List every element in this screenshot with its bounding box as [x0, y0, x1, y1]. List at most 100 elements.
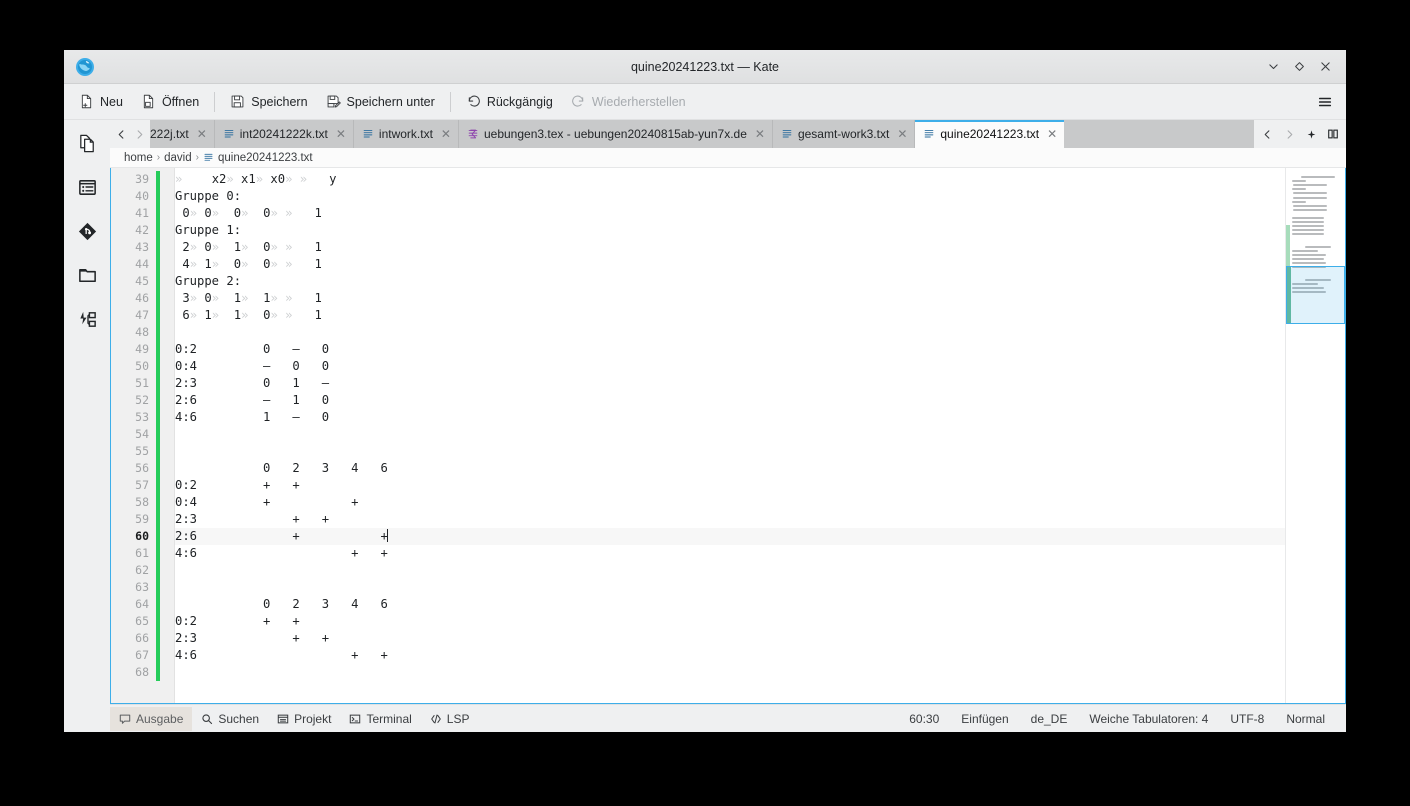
breadcrumb-part-file[interactable]: quine20241223.txt — [218, 152, 313, 164]
git-icon — [77, 221, 98, 242]
status-dictionary[interactable]: de_DE — [1020, 707, 1079, 731]
sidebar-item-outline[interactable] — [70, 170, 104, 204]
main-toolbar: Neu Öffnen Speichern Speichern unter Rüc… — [64, 84, 1346, 120]
code-line[interactable] — [175, 664, 1285, 681]
kate-app-icon — [74, 56, 96, 78]
breadcrumb-part-home[interactable]: home — [124, 152, 153, 164]
minimap-line — [1293, 196, 1328, 199]
code-line[interactable]: 0:4 + + — [175, 494, 1285, 511]
tab-222j[interactable]: 222j.txt ✕ — [150, 120, 215, 148]
tab-quine20241223[interactable]: quine20241223.txt ✕ — [915, 120, 1066, 148]
line-number: 41 — [135, 206, 149, 220]
code-line[interactable]: 2:3 + + — [175, 511, 1285, 528]
code-content[interactable]: » x2» x1» x0» » y Gruppe 0: 0» 0» 0» 0» »… — [175, 168, 1285, 703]
code-line[interactable]: 0» 0» 0» 0» » 1 — [175, 205, 1285, 222]
code-line[interactable] — [175, 426, 1285, 443]
code-line[interactable] — [175, 562, 1285, 579]
status-encoding[interactable]: UTF-8 — [1219, 707, 1275, 731]
code-line[interactable]: 6» 1» 1» 0» » 1 — [175, 307, 1285, 324]
status-search-button[interactable]: Suchen — [192, 707, 268, 731]
marker-gutter[interactable] — [155, 168, 163, 703]
tab-marker-icon: » — [241, 257, 249, 271]
open-button[interactable]: Öffnen — [132, 88, 208, 116]
minimap-line — [1293, 184, 1328, 187]
code-line[interactable]: 4:6 + + — [175, 647, 1285, 664]
tab-close-icon[interactable]: ✕ — [1047, 127, 1057, 141]
sidebar-item-lsp-symbols[interactable] — [70, 302, 104, 336]
tab-scroll-right-icon[interactable] — [130, 121, 148, 147]
minimap[interactable] — [1285, 168, 1345, 703]
save-as-button[interactable]: Speichern unter — [317, 88, 444, 116]
save-button[interactable]: Speichern — [221, 88, 316, 116]
minimap-viewport[interactable] — [1286, 266, 1345, 324]
tab-marker-icon: » — [270, 206, 278, 220]
line-number: 44 — [135, 257, 149, 271]
code-line[interactable]: 0 2 3 4 6 — [175, 460, 1285, 477]
line-number: 60 — [135, 529, 149, 543]
text-caret — [386, 529, 388, 542]
code-line[interactable]: Gruppe 2: — [175, 273, 1285, 290]
code-line[interactable]: 4:6 + + — [175, 545, 1285, 562]
code-line[interactable]: 0:4 – 0 0 — [175, 358, 1285, 375]
status-terminal-label: Terminal — [366, 711, 412, 726]
code-line[interactable]: 4:6 1 – 0 — [175, 409, 1285, 426]
code-line[interactable]: 4» 1» 0» 0» » 1 — [175, 256, 1285, 273]
tab-marker-icon: » — [241, 206, 249, 220]
code-line[interactable]: 2» 0» 1» 0» » 1 — [175, 239, 1285, 256]
tab-marker-icon: » — [285, 291, 293, 305]
maximize-icon[interactable] — [1286, 55, 1312, 79]
close-icon[interactable] — [1312, 55, 1338, 79]
code-line[interactable]: Gruppe 1: — [175, 222, 1285, 239]
code-line[interactable]: » x2» x1» x0» » y — [175, 171, 1285, 188]
status-terminal-button[interactable]: Terminal — [340, 707, 420, 731]
code-line[interactable]: 2:3 0 1 – — [175, 375, 1285, 392]
tab-close-icon[interactable]: ✕ — [441, 127, 451, 141]
tab-scroll-left-icon[interactable] — [112, 121, 130, 147]
tab-close-icon[interactable]: ✕ — [897, 127, 907, 141]
sidebar-item-documents[interactable] — [70, 126, 104, 160]
code-line[interactable]: 2:3 + + — [175, 630, 1285, 647]
status-bar: Ausgabe Suchen Projekt Terminal LSP 60:3… — [110, 704, 1346, 732]
tab-marker-icon: » — [270, 240, 278, 254]
code-line[interactable]: 3» 0» 1» 1» » 1 — [175, 290, 1285, 307]
code-line[interactable] — [175, 443, 1285, 460]
code-line[interactable] — [175, 324, 1285, 341]
code-line[interactable]: 0 2 3 4 6 — [175, 596, 1285, 613]
code-line[interactable]: Gruppe 0: — [175, 188, 1285, 205]
split-view-icon[interactable] — [1323, 121, 1343, 147]
tab-close-icon[interactable]: ✕ — [755, 127, 765, 141]
code-line[interactable]: 0:2 0 – 0 — [175, 341, 1285, 358]
code-line[interactable]: 0:2 + + — [175, 477, 1285, 494]
tab-next-icon[interactable] — [1279, 121, 1299, 147]
tab-close-icon[interactable]: ✕ — [197, 127, 207, 141]
code-line[interactable]: 2:6 + + — [175, 528, 1285, 545]
status-lsp-button[interactable]: LSP — [421, 707, 479, 731]
save-button-label: Speichern — [251, 94, 308, 109]
undo-button[interactable]: Rückgängig — [457, 88, 562, 116]
code-line[interactable] — [175, 579, 1285, 596]
status-indentation[interactable]: Weiche Tabulatoren: 4 — [1078, 707, 1219, 731]
tab-uebungen3[interactable]: uebungen3.tex - uebungen20240815ab-yun7x… — [458, 120, 773, 148]
quick-open-icon[interactable] — [1301, 121, 1321, 147]
line-number: 62 — [135, 563, 149, 577]
new-button[interactable]: Neu — [70, 88, 132, 116]
status-output-button[interactable]: Ausgabe — [110, 706, 193, 731]
sidebar-item-git[interactable] — [70, 214, 104, 248]
tab-gesamt-work3[interactable]: gesamt-work3.txt ✕ — [772, 120, 916, 148]
status-input-mode[interactable]: Einfügen — [950, 707, 1019, 731]
minimize-icon[interactable] — [1260, 55, 1286, 79]
breadcrumb-part-david[interactable]: david — [164, 152, 192, 164]
tab-int20241222k[interactable]: int20241222k.txt ✕ — [214, 120, 354, 148]
hamburger-menu-button[interactable] — [1310, 88, 1340, 116]
status-highlight-mode[interactable]: Normal — [1275, 707, 1336, 731]
code-line[interactable]: 0:2 + + — [175, 613, 1285, 630]
tab-prev-icon[interactable] — [1257, 121, 1277, 147]
tab-close-icon[interactable]: ✕ — [336, 127, 346, 141]
code-folding-gutter[interactable] — [163, 168, 175, 703]
left-sidebar-rail — [64, 120, 110, 732]
tab-intwork[interactable]: intwork.txt ✕ — [353, 120, 459, 148]
status-project-button[interactable]: Projekt — [268, 707, 340, 731]
sidebar-item-filesystem[interactable] — [70, 258, 104, 292]
status-cursor-position[interactable]: 60:30 — [898, 707, 950, 731]
code-line[interactable]: 2:6 – 1 0 — [175, 392, 1285, 409]
